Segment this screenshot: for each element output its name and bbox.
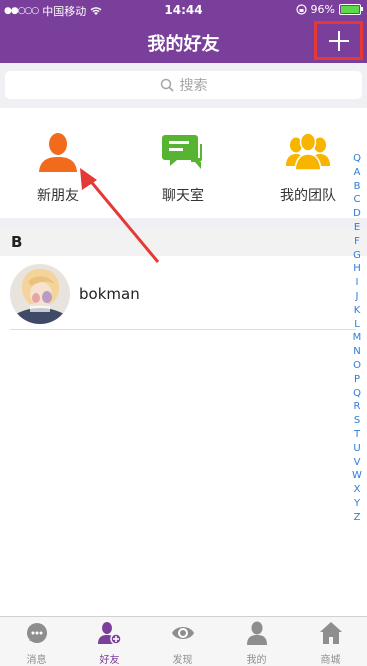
friends-icon	[97, 622, 122, 645]
tab-shop[interactable]: 商城	[294, 621, 367, 666]
shortcut-new-friend[interactable]: 新朋友	[8, 130, 108, 205]
index-letter[interactable]: K	[347, 304, 367, 318]
index-letter[interactable]: B	[347, 180, 367, 194]
tab-discover[interactable]: 发现	[146, 621, 219, 666]
index-letter[interactable]: O	[347, 359, 367, 373]
shortcut-chat-room[interactable]: 聊天室	[133, 130, 233, 205]
index-letter[interactable]: X	[347, 483, 367, 497]
tab-bar: 消息 好友 发现 我的 商城	[0, 616, 367, 666]
search-icon	[160, 78, 174, 92]
index-letter[interactable]: Y	[347, 497, 367, 511]
search-bar: 搜索	[0, 63, 367, 108]
index-letter[interactable]: A	[347, 166, 367, 180]
avatar	[10, 264, 70, 324]
tab-label: 我的	[246, 655, 267, 666]
tab-label: 消息	[26, 655, 47, 666]
discover-icon	[171, 627, 194, 639]
me-icon	[246, 621, 267, 645]
index-letter[interactable]: G	[347, 249, 367, 263]
section-divider	[0, 218, 367, 228]
search-placeholder: 搜索	[179, 78, 208, 94]
index-letter[interactable]: C	[347, 193, 367, 207]
tab-label: 好友	[99, 655, 120, 666]
index-letter[interactable]: T	[347, 428, 367, 442]
index-letter[interactable]: J	[347, 290, 367, 304]
index-letter[interactable]: Q	[347, 387, 367, 401]
index-letter[interactable]: W	[347, 469, 367, 483]
shortcut-label: 我的团队	[280, 188, 336, 204]
battery-percent: 96%	[310, 3, 335, 16]
index-letter[interactable]: L	[347, 318, 367, 332]
contact-name: bokman	[79, 285, 140, 303]
message-icon	[26, 623, 47, 643]
index-letter[interactable]: V	[347, 456, 367, 470]
rotation-lock-icon	[295, 4, 307, 15]
index-letter[interactable]: R	[347, 400, 367, 414]
new-friend-icon	[39, 133, 77, 172]
index-search-icon[interactable]: Q	[347, 152, 367, 166]
nav-bar: 我的好友	[0, 20, 367, 63]
index-letter[interactable]: I	[347, 276, 367, 290]
status-right: 96%	[295, 3, 363, 16]
index-letter[interactable]: S	[347, 414, 367, 428]
shortcut-my-team[interactable]: 我的团队	[258, 130, 358, 205]
tab-messages[interactable]: 消息	[0, 621, 73, 666]
search-input[interactable]: 搜索	[5, 71, 362, 99]
chat-room-icon	[162, 135, 202, 169]
index-letter[interactable]: N	[347, 345, 367, 359]
team-icon	[286, 132, 330, 171]
index-letter[interactable]: F	[347, 235, 367, 249]
index-letter[interactable]: P	[347, 373, 367, 387]
shortcut-label: 新朋友	[37, 188, 79, 204]
tab-label: 商城	[320, 655, 341, 666]
section-header-b: B	[0, 228, 367, 256]
index-letter[interactable]: U	[347, 442, 367, 456]
shop-icon	[319, 622, 342, 644]
tab-friends[interactable]: 好友	[73, 621, 146, 666]
shortcut-label: 聊天室	[162, 188, 204, 204]
battery-icon	[339, 4, 363, 15]
page-title: 我的好友	[147, 34, 220, 55]
contact-row[interactable]: bokman	[0, 258, 356, 330]
tab-me[interactable]: 我的	[220, 621, 293, 666]
index-letter[interactable]: M	[347, 331, 367, 345]
section-letter: B	[11, 233, 23, 251]
plus-icon	[328, 30, 349, 51]
status-bar: ●●○○○ 中国移动 14:44 96%	[0, 0, 367, 20]
row-separator	[10, 329, 356, 330]
tab-label: 发现	[172, 655, 193, 666]
index-letter[interactable]: H	[347, 262, 367, 276]
index-letter[interactable]: E	[347, 221, 367, 235]
shortcut-row: 新朋友 聊天室 我的团队	[0, 108, 367, 218]
index-letter[interactable]: Z	[347, 511, 367, 525]
alphabet-index[interactable]: QABCDEFGHIJKLMNOPQRSTUVWXYZ	[347, 152, 367, 525]
add-friend-button[interactable]	[314, 21, 363, 60]
index-letter[interactable]: D	[347, 207, 367, 221]
